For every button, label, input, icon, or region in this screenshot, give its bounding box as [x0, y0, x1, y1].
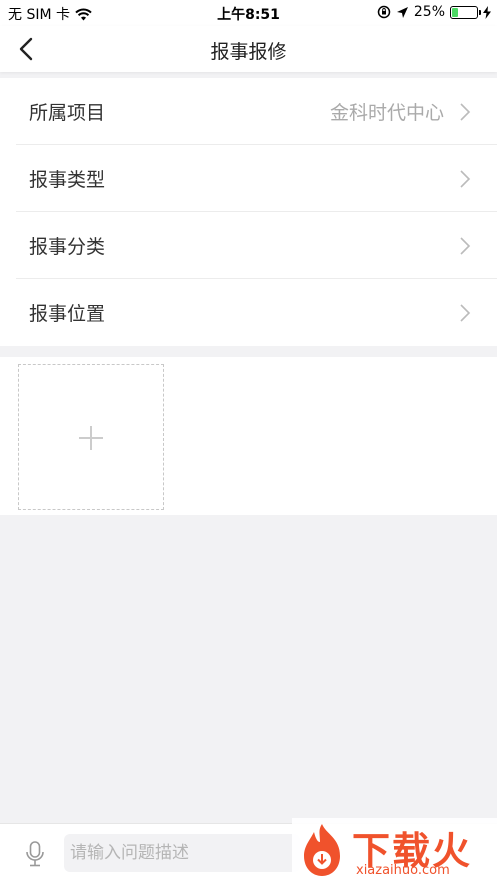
form-row-project[interactable]: 所属项目 金科时代中心: [16, 78, 497, 145]
row-label-report-type: 报事类型: [29, 169, 106, 191]
battery-icon: [450, 5, 481, 19]
row-value-project: 金科时代中心: [329, 102, 444, 124]
page-title: 报事报修: [210, 41, 287, 63]
battery-percent: 25%: [413, 4, 445, 20]
battery-level: [452, 7, 458, 17]
row-label-project: 所属项目: [29, 102, 106, 124]
status-right: 25%: [377, 4, 491, 20]
row-label-report-location: 报事位置: [29, 303, 106, 325]
plus-icon-vertical: [90, 426, 92, 450]
chevron-right-icon: [460, 303, 471, 322]
rotation-lock-icon: [377, 5, 391, 19]
watermark-url: xiazaihuo.com: [356, 863, 450, 878]
chevron-right-icon: [460, 102, 471, 121]
watermark: 下载火 xiazaihuo.com: [292, 818, 497, 883]
form-card: 所属项目 金科时代中心 报事类型 报事分类 报事位置: [0, 78, 497, 346]
charging-icon: [483, 5, 491, 19]
watermark-logo: [304, 824, 340, 876]
add-photo-button[interactable]: [18, 364, 164, 510]
description-input[interactable]: [64, 834, 300, 872]
form-row-report-category[interactable]: 报事分类: [16, 212, 497, 279]
form-row-report-location[interactable]: 报事位置: [16, 279, 497, 346]
microphone-icon[interactable]: [24, 840, 46, 868]
location-arrow-icon: [396, 6, 408, 18]
form-row-report-type[interactable]: 报事类型: [16, 145, 497, 212]
status-bar: 无 SIM 卡 上午8:51 25%: [0, 0, 497, 26]
chevron-right-icon: [460, 169, 471, 188]
nav-bar: 报事报修: [0, 26, 497, 72]
photo-upload-area: [0, 357, 497, 515]
row-label-report-category: 报事分类: [29, 236, 106, 258]
chevron-right-icon: [460, 236, 471, 255]
